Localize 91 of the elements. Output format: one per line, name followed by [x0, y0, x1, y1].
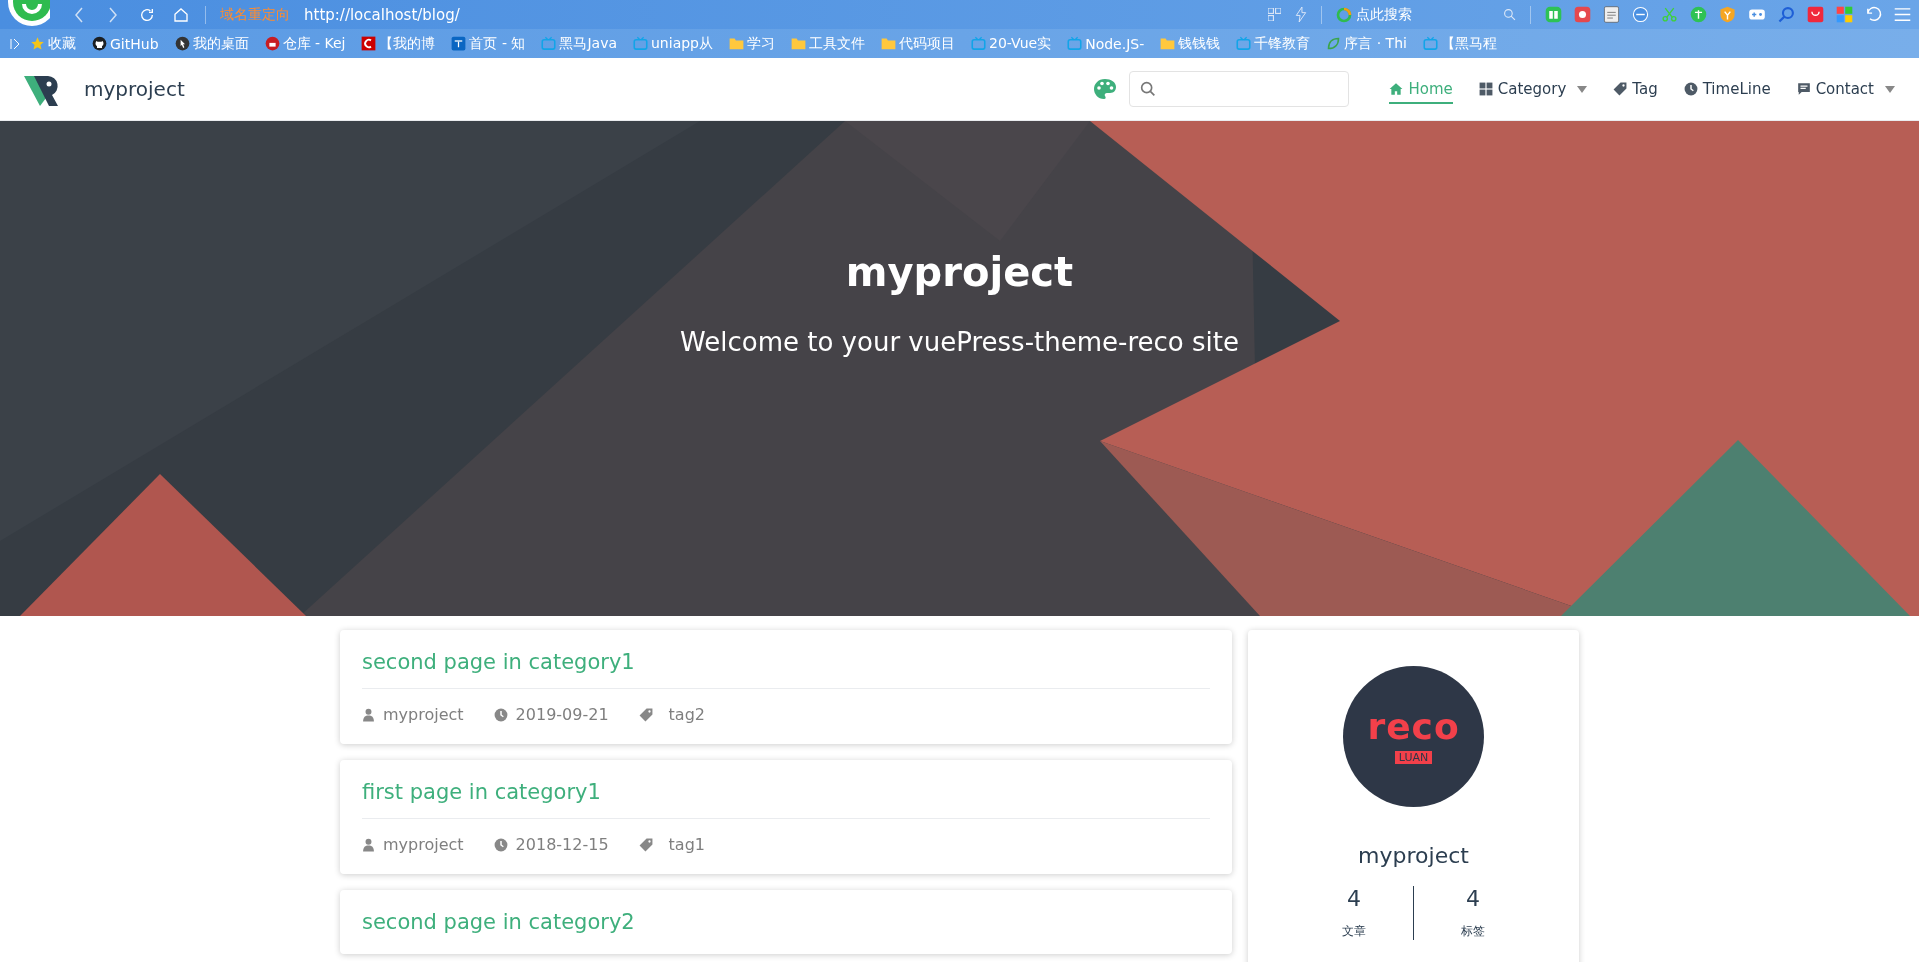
circle-icon[interactable] — [1632, 6, 1649, 23]
shield-icon[interactable] — [1719, 6, 1736, 23]
search-field[interactable] — [1129, 71, 1350, 107]
leaf-icon — [1326, 36, 1342, 51]
site-logo-icon — [451, 36, 467, 51]
chevron-right-icon — [108, 6, 118, 23]
tv-icon — [633, 36, 648, 51]
stat-value: 4 — [1466, 886, 1480, 911]
folder-icon — [1160, 37, 1176, 50]
site-logo-icon — [361, 36, 377, 51]
chevron-left-icon — [74, 6, 84, 23]
post-tag[interactable]: tag1 — [668, 835, 705, 854]
tv-icon — [1236, 36, 1252, 51]
tag-icon — [1613, 82, 1628, 96]
bookmark[interactable]: GitHub — [86, 35, 165, 52]
tag-icon — [638, 707, 653, 722]
nav-link[interactable]: Contact — [1796, 74, 1895, 104]
bookmark[interactable]: 钱钱钱 — [1154, 34, 1227, 53]
bookmark[interactable]: 千锋教育 — [1230, 34, 1317, 53]
post-title[interactable]: second page in category1 — [362, 650, 635, 674]
palette-icon[interactable] — [1093, 78, 1118, 100]
document-icon[interactable] — [1603, 6, 1620, 23]
cursor-icon — [174, 36, 190, 51]
search-engine-icon — [1336, 6, 1352, 23]
post-author: myproject — [383, 835, 464, 854]
tv-icon — [541, 36, 557, 51]
message-icon — [1796, 82, 1811, 96]
bookmark[interactable]: 【我的博 — [355, 34, 442, 53]
nav-link[interactable]: Tag — [1613, 74, 1658, 104]
grid-icon — [1478, 82, 1493, 96]
bookmark[interactable]: 【黑马程 — [1416, 34, 1503, 53]
post-author: myproject — [383, 705, 464, 724]
home-icon — [1389, 82, 1404, 96]
shopping-bag-icon[interactable] — [1807, 6, 1824, 23]
undo-icon[interactable] — [1865, 6, 1882, 23]
post-tag[interactable]: tag2 — [668, 705, 705, 724]
bookmark[interactable]: 20-Vue实 — [965, 34, 1058, 53]
address-field[interactable]: http://localhost/blog/ — [304, 5, 460, 24]
post-title[interactable]: second page in category2 — [362, 910, 635, 934]
post-date: 2019-09-21 — [515, 705, 609, 724]
tv-icon — [971, 36, 986, 51]
reload-icon — [139, 6, 155, 23]
sidebar-toggle-icon[interactable] — [10, 37, 20, 50]
nav-link[interactable]: TimeLine — [1683, 74, 1771, 104]
avatar-logo-text: reco — [1367, 709, 1460, 745]
bookmark[interactable]: 仓库 - Kej — [258, 34, 352, 53]
stat-label: 文章 — [1342, 923, 1366, 940]
folder-icon — [881, 37, 896, 50]
tv-icon — [1067, 36, 1083, 51]
qr-code-icon[interactable] — [1268, 8, 1281, 21]
hero-subtitle: Welcome to your vuePress-theme-reco site — [680, 327, 1239, 357]
profile-name: myproject — [1358, 843, 1469, 868]
apps-icon[interactable] — [1836, 6, 1853, 23]
avatar-badge: LUAN — [1394, 751, 1433, 764]
stat-value: 4 — [1347, 886, 1361, 911]
folder-icon — [791, 37, 806, 50]
bookmark[interactable]: 黑马Java — [535, 34, 623, 53]
user-icon — [362, 837, 375, 852]
user-icon — [362, 707, 375, 722]
search-icon — [1140, 81, 1157, 97]
bookmark[interactable]: 序言 · Thi — [1320, 34, 1413, 53]
lightning-icon[interactable] — [1295, 7, 1307, 22]
folder-icon — [729, 37, 744, 50]
bookmark[interactable]: 首页 - 知 — [445, 34, 532, 53]
star-icon — [30, 36, 45, 51]
tv-icon — [1422, 36, 1438, 51]
magnifier-icon[interactable] — [1778, 6, 1795, 23]
bookmark[interactable]: 工具文件 — [785, 34, 871, 53]
bookmark[interactable]: uniapp从 — [627, 34, 719, 53]
tag-icon — [638, 837, 653, 852]
search-icon — [1503, 8, 1516, 21]
post-date: 2018-12-15 — [515, 835, 609, 854]
menu-icon[interactable] — [1894, 7, 1911, 22]
bookmark[interactable]: 我的桌面 — [168, 34, 255, 53]
search-field[interactable]: 点此搜索 — [1336, 5, 1516, 24]
bookmark[interactable]: Node.JS- — [1061, 35, 1151, 52]
home-outline-icon — [173, 6, 189, 23]
clock-icon — [493, 837, 508, 852]
nav-link[interactable]: Home — [1389, 74, 1453, 104]
clock-icon — [493, 707, 508, 722]
site-title[interactable]: myproject — [84, 77, 185, 101]
github-icon — [92, 36, 107, 51]
post-title[interactable]: first page in category1 — [362, 780, 601, 804]
hero-title: myproject — [845, 249, 1074, 295]
bookmark[interactable]: 学习 — [723, 34, 781, 53]
nav-link[interactable]: Category — [1478, 74, 1588, 104]
stat-label: 标签 — [1461, 923, 1485, 940]
redirect-label: 域名重定向 — [220, 5, 290, 24]
bookmark[interactable]: 收藏 — [24, 34, 82, 53]
bookmark[interactable]: 代码项目 — [875, 34, 961, 53]
clock-icon — [1683, 82, 1698, 96]
